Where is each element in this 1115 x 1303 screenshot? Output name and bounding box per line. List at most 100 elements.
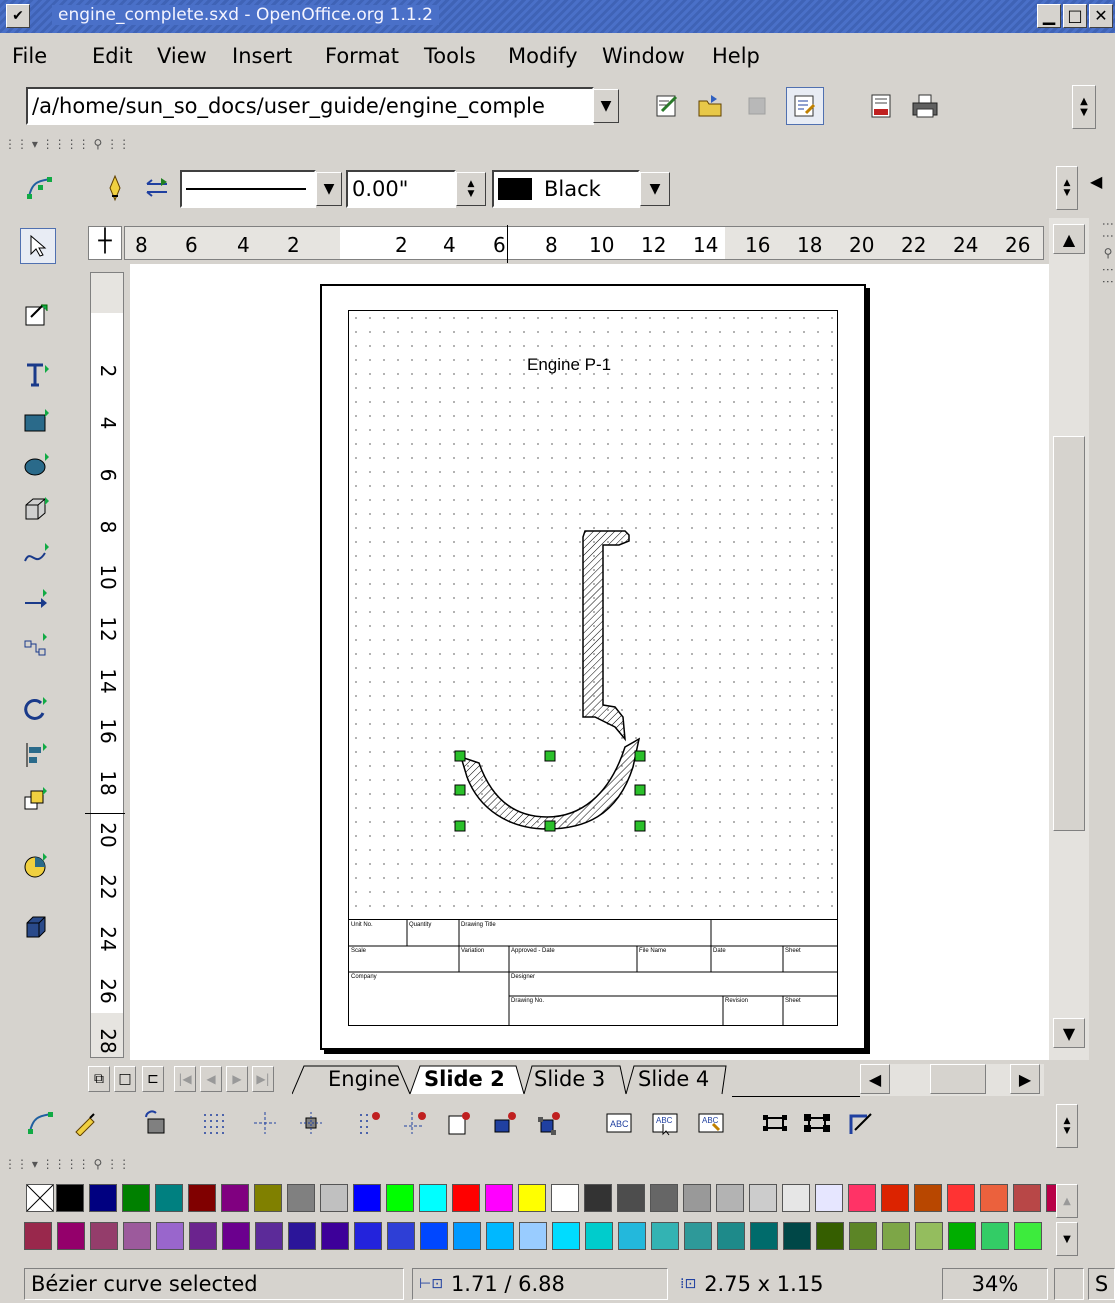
- status-zoom[interactable]: 34%: [942, 1268, 1048, 1300]
- no-color-swatch[interactable]: [26, 1184, 54, 1212]
- menu-edit[interactable]: Edit: [92, 44, 133, 68]
- close-button[interactable]: ✕: [1089, 4, 1113, 28]
- menu-view[interactable]: View: [157, 44, 207, 68]
- color-swatch[interactable]: [155, 1184, 183, 1212]
- first-slide-button[interactable]: |◀: [174, 1066, 196, 1092]
- master-view-icon[interactable]: □: [114, 1066, 136, 1092]
- color-swatch[interactable]: [717, 1222, 745, 1250]
- color-swatch[interactable]: [419, 1184, 447, 1212]
- color-swatch[interactable]: [849, 1222, 877, 1250]
- color-swatch[interactable]: [320, 1184, 348, 1212]
- url-field[interactable]: /a/home/sun_so_docs/user_guide/engine_co…: [26, 87, 594, 125]
- scroll-up-button[interactable]: ▲: [1053, 224, 1085, 254]
- color-swatch[interactable]: [221, 1184, 249, 1212]
- glue-points-icon[interactable]: [68, 1106, 102, 1140]
- edit-points-icon[interactable]: [24, 1106, 58, 1140]
- last-slide-button[interactable]: ▶|: [252, 1066, 274, 1092]
- edit-mode-icon[interactable]: [786, 87, 824, 125]
- alignment-tool-icon[interactable]: [18, 736, 56, 774]
- color-swatch[interactable]: [683, 1184, 711, 1212]
- color-swatch[interactable]: [353, 1184, 381, 1212]
- color-swatch[interactable]: [552, 1222, 580, 1250]
- disabled-icon[interactable]: [740, 89, 774, 123]
- edit-file-icon[interactable]: [650, 89, 684, 123]
- arrange-tool-icon[interactable]: [18, 780, 56, 818]
- color-swatch[interactable]: [848, 1184, 876, 1212]
- color-swatch[interactable]: [618, 1222, 646, 1250]
- color-swatch[interactable]: [188, 1184, 216, 1212]
- double-click-to-edit-text-icon[interactable]: ABC: [694, 1106, 728, 1140]
- color-swatch[interactable]: [882, 1222, 910, 1250]
- color-swatch[interactable]: [453, 1222, 481, 1250]
- color-swatch[interactable]: [1014, 1222, 1042, 1250]
- simple-handles-icon[interactable]: [758, 1106, 792, 1140]
- color-swatch[interactable]: [585, 1222, 613, 1250]
- color-swatch[interactable]: [254, 1184, 282, 1212]
- color-swatch[interactable]: [90, 1222, 118, 1250]
- palette-scroll-down[interactable]: ▼: [1056, 1222, 1078, 1256]
- snap-to-page-margins-icon[interactable]: [442, 1106, 476, 1140]
- color-swatch[interactable]: [783, 1222, 811, 1250]
- color-swatch[interactable]: [354, 1222, 382, 1250]
- color-swatch[interactable]: [519, 1222, 547, 1250]
- color-swatch[interactable]: [915, 1222, 943, 1250]
- option-bar-scroll[interactable]: ▲ ▼: [1056, 1104, 1078, 1148]
- color-swatch[interactable]: [89, 1184, 117, 1212]
- snap-lines-icon[interactable]: [248, 1106, 282, 1140]
- menu-modify[interactable]: Modify: [508, 44, 578, 68]
- engine-part-drawing[interactable]: [449, 527, 649, 847]
- color-swatch[interactable]: [287, 1184, 315, 1212]
- menu-file[interactable]: File: [12, 44, 47, 68]
- print-icon[interactable]: [908, 89, 942, 123]
- color-swatch[interactable]: [981, 1222, 1009, 1250]
- scroll-thumb[interactable]: [1053, 436, 1085, 831]
- color-swatch[interactable]: [551, 1184, 579, 1212]
- color-swatch[interactable]: [782, 1184, 810, 1212]
- color-swatch[interactable]: [387, 1222, 415, 1250]
- rectangle-tool-icon[interactable]: [18, 402, 56, 440]
- maximize-button[interactable]: □: [1063, 4, 1087, 28]
- show-grid-icon[interactable]: [196, 1106, 230, 1140]
- line-style-dropdown-button[interactable]: ▼: [316, 172, 342, 206]
- color-swatch[interactable]: [222, 1222, 250, 1250]
- next-slide-button[interactable]: ▶: [226, 1066, 248, 1092]
- scroll-down-button[interactable]: ▼: [1053, 1018, 1085, 1048]
- color-swatch[interactable]: [815, 1184, 843, 1212]
- menu-tools[interactable]: Tools: [424, 44, 476, 68]
- bracket-body[interactable]: [582, 530, 630, 742]
- snap-to-snaplines-icon[interactable]: [398, 1106, 432, 1140]
- color-swatch[interactable]: [122, 1184, 150, 1212]
- tab-engine[interactable]: Engine: [328, 1064, 400, 1094]
- drawing-view-icon[interactable]: ⧉: [88, 1066, 110, 1092]
- color-swatch[interactable]: [948, 1222, 976, 1250]
- color-swatch[interactable]: [716, 1184, 744, 1212]
- line-width-field[interactable]: 0.00": [346, 170, 456, 208]
- zoom-tool-icon[interactable]: [18, 296, 56, 334]
- select-tool-icon[interactable]: [20, 228, 56, 264]
- tab-slide-3[interactable]: Slide 3: [534, 1064, 605, 1094]
- menu-help[interactable]: Help: [712, 44, 760, 68]
- line-style-icon[interactable]: [100, 170, 130, 206]
- color-swatch[interactable]: [189, 1222, 217, 1250]
- line-color-select[interactable]: Black: [492, 170, 640, 208]
- tab-slide-4[interactable]: Slide 4: [638, 1064, 709, 1094]
- snap-to-object-points-icon[interactable]: [532, 1106, 566, 1140]
- color-swatch[interactable]: [914, 1184, 942, 1212]
- palette-scroll-up[interactable]: ▲: [1056, 1184, 1078, 1218]
- connector-tool-icon[interactable]: [18, 626, 56, 664]
- color-swatch[interactable]: [452, 1184, 480, 1212]
- title-block[interactable]: Unit No. Quantity Drawing Title Scale Va…: [349, 919, 837, 1026]
- color-swatch[interactable]: [485, 1184, 513, 1212]
- horizontal-scrollbar[interactable]: ◀ ▶: [860, 1064, 1044, 1096]
- snap-to-grid-icon[interactable]: [352, 1106, 386, 1140]
- color-swatch[interactable]: [650, 1184, 678, 1212]
- color-swatch[interactable]: [749, 1184, 777, 1212]
- export-pdf-icon[interactable]: [864, 89, 898, 123]
- rotation-mode-icon[interactable]: [138, 1106, 172, 1140]
- insert-chart-tool-icon[interactable]: [18, 846, 56, 884]
- curve-tool-icon[interactable]: [18, 536, 56, 574]
- hscroll-thumb[interactable]: [930, 1064, 986, 1094]
- vertical-ruler[interactable]: 2 4 6 8 10 12 14 16 18 20 22 24 26 28: [84, 264, 130, 1060]
- scroll-left-button[interactable]: ◀: [860, 1064, 890, 1094]
- ellipse-tool-icon[interactable]: [18, 446, 56, 484]
